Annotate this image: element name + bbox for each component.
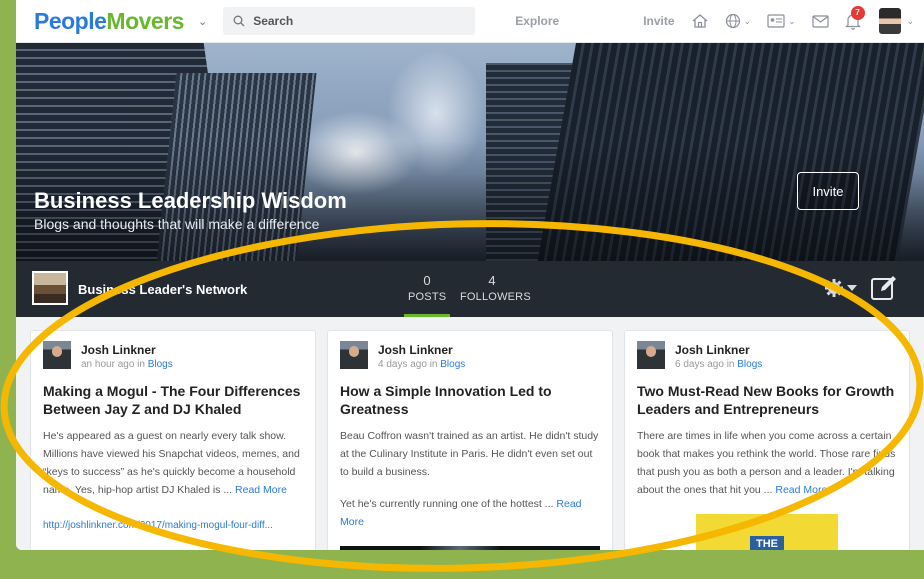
- group-name[interactable]: Business Leader's Network: [78, 282, 247, 297]
- post-time: an hour ago in: [81, 359, 148, 370]
- post-title[interactable]: Making a Mogul - The Four Differences Be…: [43, 382, 303, 418]
- post-title[interactable]: How a Simple Innovation Led to Greatness: [340, 382, 600, 418]
- posts-count: 0: [423, 273, 431, 288]
- tab-posts[interactable]: 0 POSTS: [408, 273, 446, 303]
- notification-badge: 7: [850, 5, 865, 20]
- post-location-link[interactable]: Blogs: [440, 359, 465, 370]
- author-name[interactable]: Josh Linkner: [81, 343, 173, 357]
- post-url-link[interactable]: http://joshlinkner.com/2017/making-mogul…: [43, 520, 303, 531]
- globe-icon: [725, 13, 740, 29]
- author-name[interactable]: Josh Linkner: [378, 343, 465, 357]
- contact-card-menu-button[interactable]: ⌄: [767, 14, 796, 28]
- followers-label: FOLLOWERS: [460, 291, 531, 303]
- book-cover-word: THE: [750, 535, 784, 550]
- tab-followers[interactable]: 4 FOLLOWERS: [460, 273, 531, 303]
- invite-link[interactable]: Invite: [643, 14, 674, 28]
- logo-part-movers: Movers: [106, 7, 184, 34]
- home-button[interactable]: [691, 13, 709, 29]
- search-input[interactable]: [253, 14, 454, 28]
- group-cover-image: Business Leadership Wisdom Blogs and tho…: [16, 43, 924, 261]
- author-meta: Josh Linkner an hour ago in Blogs: [81, 341, 173, 370]
- chevron-down-icon: ⌄: [788, 15, 796, 26]
- chevron-down-icon[interactable]: ⌄: [198, 15, 207, 28]
- book-cover-image[interactable]: THE: [696, 513, 838, 550]
- post-timestamp: 6 days ago in Blogs: [675, 359, 762, 370]
- post-excerpt-text: There are times in life when you come ac…: [637, 430, 896, 496]
- post-excerpt: Beau Coffron wasn't trained as an artist…: [340, 430, 599, 479]
- page-subtitle: Blogs and thoughts that will make a diff…: [34, 216, 320, 232]
- post-card[interactable]: Josh Linkner 4 days ago in Blogs How a S…: [327, 330, 613, 550]
- chevron-down-icon: ⌄: [743, 15, 752, 26]
- author-avatar[interactable]: [637, 341, 665, 369]
- user-avatar[interactable]: [878, 8, 901, 34]
- messages-button[interactable]: [812, 14, 829, 28]
- search-box[interactable]: [223, 7, 476, 35]
- top-nav: PeopleMovers ⌄ Explore Invite ⌄ ⌄ 7 ⌄: [16, 0, 924, 43]
- posts-label: POSTS: [408, 291, 447, 303]
- peoplemovers-logo[interactable]: PeopleMovers: [34, 8, 184, 35]
- post-image[interactable]: [340, 545, 600, 550]
- app-frame: PeopleMovers ⌄ Explore Invite ⌄ ⌄ 7 ⌄: [16, 0, 924, 550]
- logo-part-people: People: [34, 7, 107, 34]
- post-card[interactable]: Josh Linkner an hour ago in Blogs Making…: [30, 330, 316, 550]
- posts-feed: Josh Linkner an hour ago in Blogs Making…: [16, 317, 924, 550]
- post-timestamp: 4 days ago in Blogs: [378, 359, 465, 370]
- author-meta: Josh Linkner 4 days ago in Blogs: [378, 341, 465, 370]
- home-icon: [692, 14, 707, 28]
- caret-down-icon: [847, 285, 857, 291]
- group-thumbnail[interactable]: [32, 271, 68, 305]
- search-icon: [233, 15, 245, 27]
- author-name[interactable]: Josh Linkner: [675, 343, 762, 357]
- group-bar: Business Leader's Network 0 POSTS 4 FOLL…: [16, 261, 924, 317]
- post-author: Josh Linkner 6 days ago in Blogs: [637, 341, 897, 370]
- author-avatar[interactable]: [43, 341, 71, 369]
- post-timestamp: an hour ago in Blogs: [81, 359, 173, 370]
- post-card[interactable]: Josh Linkner 6 days ago in Blogs Two Mus…: [624, 330, 910, 550]
- edit-icon: [871, 276, 896, 300]
- post-excerpt-continued: Yet he's currently running one of the ho…: [340, 496, 600, 532]
- group-settings-button[interactable]: [824, 278, 857, 298]
- post-title[interactable]: Two Must-Read New Books for Growth Leade…: [637, 382, 897, 418]
- post-excerpt: There are times in life when you come ac…: [637, 428, 897, 499]
- notifications-button[interactable]: 7: [844, 5, 865, 30]
- post-location-link[interactable]: Blogs: [148, 359, 173, 370]
- user-menu-toggle[interactable]: ⌄: [907, 16, 915, 27]
- contact-card-icon: [767, 14, 785, 28]
- explore-link[interactable]: Explore: [515, 14, 559, 28]
- create-post-button[interactable]: [870, 274, 898, 307]
- post-excerpt: He's appeared as a guest on nearly every…: [43, 428, 303, 499]
- post-excerpt-text: Yet he's currently running one of the ho…: [340, 497, 557, 510]
- post-time: 4 days ago in: [378, 359, 441, 370]
- author-meta: Josh Linkner 6 days ago in Blogs: [675, 341, 762, 370]
- globe-menu-button[interactable]: ⌄: [725, 13, 752, 29]
- read-more-link[interactable]: Read More: [775, 484, 827, 496]
- followers-count: 4: [488, 273, 496, 288]
- post-author: Josh Linkner an hour ago in Blogs: [43, 341, 303, 370]
- read-more-link[interactable]: Read More: [235, 484, 287, 496]
- mail-icon: [812, 14, 829, 28]
- gear-icon: [825, 279, 843, 297]
- author-avatar[interactable]: [340, 341, 368, 369]
- invite-button[interactable]: Invite: [797, 172, 859, 210]
- post-time: 6 days ago in: [675, 359, 738, 370]
- post-author: Josh Linkner 4 days ago in Blogs: [340, 341, 600, 370]
- chevron-down-icon: ⌄: [906, 15, 915, 26]
- page-title: Business Leadership Wisdom: [34, 188, 347, 213]
- post-location-link[interactable]: Blogs: [737, 359, 762, 370]
